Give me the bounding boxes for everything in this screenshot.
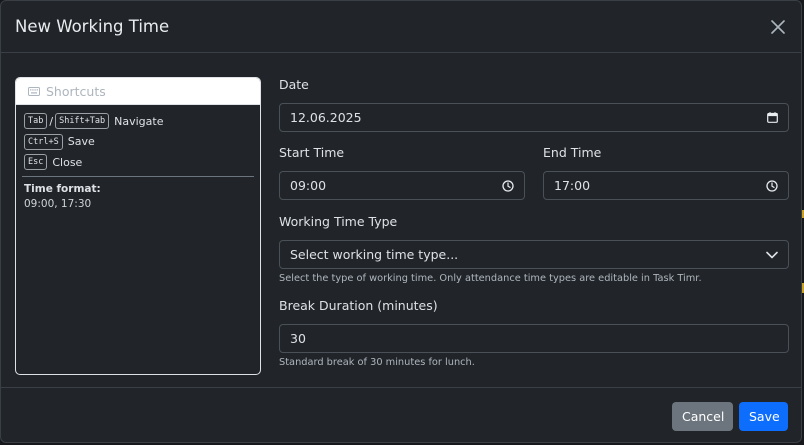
date-field-group: Date 12.06.2025 <box>279 77 789 132</box>
key-tab: Tab <box>24 113 48 130</box>
calendar-icon[interactable] <box>767 112 778 123</box>
chevron-down-icon <box>766 251 778 258</box>
start-time-label: Start Time <box>279 145 345 160</box>
key-separator: / <box>49 114 54 128</box>
break-duration-help: Standard break of 30 minutes for lunch. <box>279 357 475 368</box>
time-format-label: Time format: <box>24 182 101 195</box>
shortcut-label: Close <box>52 155 83 169</box>
break-duration-value: 30 <box>290 331 306 346</box>
end-time-value: 17:00 <box>554 178 591 193</box>
clock-icon[interactable] <box>502 179 514 192</box>
modal-title: New Working Time <box>15 17 170 36</box>
clock-icon[interactable] <box>766 179 778 192</box>
shortcut-close: Esc Close <box>24 152 252 173</box>
working-time-type-group: Working Time Type Select working time ty… <box>279 214 789 284</box>
modal-header: New Working Time <box>1 1 801 53</box>
shortcut-label: Save <box>67 135 95 149</box>
shortcuts-list: Tab / Shift+Tab Navigate Ctrl+S Save Esc… <box>16 105 260 210</box>
working-time-type-help: Select the type of working time. Only at… <box>279 273 702 284</box>
modal-footer: Cancel Save <box>1 387 801 444</box>
shortcut-save: Ctrl+S Save <box>24 132 252 153</box>
end-time-input[interactable]: 17:00 <box>543 171 789 200</box>
working-time-form: Date 12.06.2025 Start Time 09:00 End Tim… <box>279 77 789 368</box>
working-time-type-label: Working Time Type <box>279 214 398 229</box>
close-button[interactable] <box>767 16 789 38</box>
shortcuts-divider <box>22 175 254 177</box>
date-input[interactable]: 12.06.2025 <box>279 103 789 132</box>
shortcut-navigate: Tab / Shift+Tab Navigate <box>24 111 252 132</box>
break-duration-input[interactable]: 30 <box>279 324 789 353</box>
key-ctrl-s: Ctrl+S <box>24 133 63 150</box>
working-time-type-select[interactable]: Select working time type... <box>279 240 789 269</box>
time-row: Start Time 09:00 End Time 17:00 <box>279 145 789 200</box>
break-duration-label: Break Duration (minutes) <box>279 298 438 313</box>
key-esc: Esc <box>24 154 48 171</box>
keyboard-icon <box>28 86 40 96</box>
shortcuts-title: Shortcuts <box>46 83 106 99</box>
modal-body: Shortcuts Tab / Shift+Tab Navigate Ctrl+… <box>1 53 801 387</box>
key-shift-tab: Shift+Tab <box>55 113 110 130</box>
shortcuts-panel: Shortcuts Tab / Shift+Tab Navigate Ctrl+… <box>15 77 261 375</box>
break-duration-group: Break Duration (minutes) 30 Standard bre… <box>279 298 789 368</box>
working-time-type-placeholder: Select working time type... <box>290 247 459 262</box>
shortcuts-header: Shortcuts <box>16 78 260 105</box>
start-time-input[interactable]: 09:00 <box>279 171 525 200</box>
close-icon <box>771 19 785 34</box>
new-working-time-dialog: New Working Time Shortcuts Tab / Shift+T… <box>0 0 802 443</box>
end-time-label: End Time <box>543 145 602 160</box>
time-format-value: 09:00, 17:30 <box>24 197 92 210</box>
start-time-value: 09:00 <box>290 178 327 193</box>
start-time-group: Start Time 09:00 <box>279 145 525 200</box>
save-button[interactable]: Save <box>739 401 788 431</box>
cancel-button[interactable]: Cancel <box>672 401 733 431</box>
date-value: 12.06.2025 <box>290 110 362 125</box>
end-time-group: End Time 17:00 <box>543 145 789 200</box>
date-label: Date <box>279 77 309 92</box>
shortcut-label: Navigate <box>114 114 164 128</box>
